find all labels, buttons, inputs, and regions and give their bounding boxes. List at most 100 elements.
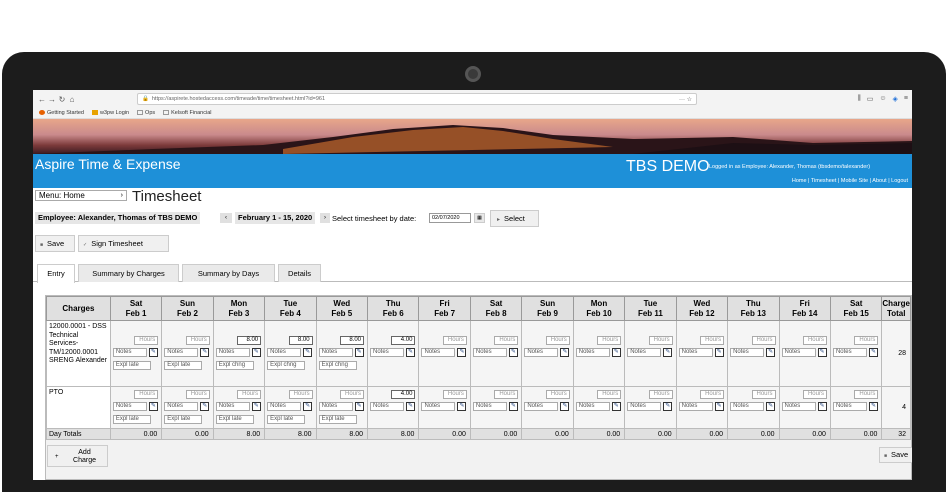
hours-input[interactable]: Hours [494, 389, 519, 399]
explanation-input[interactable]: Expl late [164, 360, 203, 370]
library-icon[interactable]: ⫼ [858, 95, 861, 103]
notes-input[interactable]: Notes [421, 401, 456, 411]
link-about[interactable]: About [872, 178, 886, 184]
edit-pencil-icon[interactable]: ✎ [611, 401, 621, 411]
back-icon[interactable]: ← [37, 95, 47, 104]
edit-pencil-icon[interactable]: ✎ [766, 401, 776, 411]
edit-pencil-icon[interactable]: ✎ [303, 401, 313, 411]
edit-pencil-icon[interactable]: ✎ [406, 401, 416, 411]
notes-input[interactable]: Notes [164, 347, 199, 357]
explanation-input[interactable]: Expl chng [215, 360, 254, 370]
notes-input[interactable]: Notes [678, 401, 713, 411]
hours-input[interactable]: Hours [442, 389, 467, 399]
notes-input[interactable]: Notes [678, 347, 713, 357]
notes-input[interactable]: Notes [318, 347, 353, 357]
edit-pencil-icon[interactable]: ✎ [560, 401, 570, 411]
account-icon[interactable]: ☺ [879, 95, 886, 103]
bookmark-w3pw[interactable]: w3pw Login [92, 110, 129, 116]
explanation-input[interactable]: Expl chng [267, 360, 306, 370]
link-timesheet[interactable]: Timesheet [811, 178, 836, 184]
hours-input[interactable]: Hours [597, 335, 622, 345]
hours-input[interactable]: 4.00 [391, 335, 416, 345]
notes-input[interactable]: Notes [267, 401, 302, 411]
notes-input[interactable]: Notes [164, 401, 199, 411]
notes-input[interactable]: Notes [370, 347, 405, 357]
tab-summary-by-days[interactable]: Summary by Days [182, 264, 275, 282]
notes-input[interactable]: Notes [318, 401, 353, 411]
save-bottom-button[interactable]: ■ Save [879, 447, 912, 463]
hours-input[interactable]: Hours [545, 335, 570, 345]
link-logout[interactable]: Logout [891, 178, 908, 184]
edit-pencil-icon[interactable]: ✎ [148, 347, 158, 357]
hours-input[interactable]: Hours [185, 335, 210, 345]
hours-input[interactable]: Hours [134, 335, 159, 345]
edit-pencil-icon[interactable]: ✎ [766, 347, 776, 357]
notes-input[interactable]: Notes [627, 401, 662, 411]
explanation-input[interactable]: Expl late [318, 414, 357, 424]
hours-input[interactable]: Hours [494, 335, 519, 345]
hours-input[interactable]: Hours [597, 389, 622, 399]
edit-pencil-icon[interactable]: ✎ [303, 347, 313, 357]
tab-details[interactable]: Details [278, 264, 321, 282]
link-mobile-site[interactable]: Mobile Site [841, 178, 868, 184]
edit-pencil-icon[interactable]: ✎ [817, 401, 827, 411]
hours-input[interactable]: Hours [854, 389, 879, 399]
bookmark-ops[interactable]: Ops [137, 110, 155, 116]
edit-pencil-icon[interactable]: ✎ [663, 401, 673, 411]
edit-pencil-icon[interactable]: ✎ [714, 401, 724, 411]
link-home[interactable]: Home [792, 178, 807, 184]
notes-input[interactable]: Notes [524, 401, 559, 411]
hours-input[interactable]: Hours [648, 389, 673, 399]
tab-summary-by-charges[interactable]: Summary by Charges [78, 264, 179, 282]
hours-input[interactable]: 8.00 [288, 335, 313, 345]
hours-input[interactable]: Hours [700, 389, 725, 399]
hours-input[interactable]: Hours [700, 335, 725, 345]
home-icon[interactable]: ⌂ [67, 95, 77, 104]
edit-pencil-icon[interactable]: ✎ [406, 347, 416, 357]
add-charge-button[interactable]: + Add Charge [47, 445, 108, 467]
hours-input[interactable]: 8.00 [237, 335, 262, 345]
edit-pencil-icon[interactable]: ✎ [611, 347, 621, 357]
notes-input[interactable]: Notes [781, 401, 816, 411]
calendar-icon[interactable]: ▦ [474, 213, 485, 223]
explanation-input[interactable]: Expl chng [318, 360, 357, 370]
forward-icon[interactable]: → [47, 95, 57, 104]
date-input[interactable]: 02/07/2020 [429, 213, 471, 223]
hours-input[interactable]: Hours [288, 389, 313, 399]
notes-input[interactable]: Notes [472, 401, 507, 411]
notes-input[interactable]: Notes [215, 401, 250, 411]
notes-input[interactable]: Notes [781, 347, 816, 357]
tab-entry[interactable]: Entry [37, 264, 75, 283]
notes-input[interactable]: Notes [112, 401, 147, 411]
edit-pencil-icon[interactable]: ✎ [663, 347, 673, 357]
bookmark-kelsoft[interactable]: Kelsoft Financial [163, 110, 212, 116]
notes-input[interactable]: Notes [524, 347, 559, 357]
bookmark-getting-started[interactable]: Getting Started [39, 110, 84, 116]
save-button[interactable]: ■ Save [35, 235, 75, 252]
prev-period-button[interactable]: ‹ [220, 213, 232, 223]
edit-pencil-icon[interactable]: ✎ [251, 401, 261, 411]
notes-input[interactable]: Notes [575, 347, 610, 357]
hours-input[interactable]: Hours [185, 389, 210, 399]
edit-pencil-icon[interactable]: ✎ [251, 347, 261, 357]
next-period-button[interactable]: › [320, 213, 330, 223]
notes-input[interactable]: Notes [730, 401, 765, 411]
notes-input[interactable]: Notes [112, 347, 147, 357]
edit-pencil-icon[interactable]: ✎ [354, 347, 364, 357]
notes-input[interactable]: Notes [832, 347, 867, 357]
reload-icon[interactable]: ↻ [57, 95, 67, 104]
hours-input[interactable]: Hours [751, 335, 776, 345]
edit-pencil-icon[interactable]: ✎ [148, 401, 158, 411]
hours-input[interactable]: Hours [442, 335, 467, 345]
explanation-input[interactable]: Expl late [267, 414, 306, 424]
hours-input[interactable]: Hours [648, 335, 673, 345]
notes-input[interactable]: Notes [472, 347, 507, 357]
edit-pencil-icon[interactable]: ✎ [817, 347, 827, 357]
explanation-input[interactable]: Expl late [112, 414, 151, 424]
edit-pencil-icon[interactable]: ✎ [457, 401, 467, 411]
shield-icon[interactable]: ◈ [893, 95, 898, 103]
edit-pencil-icon[interactable]: ✎ [508, 401, 518, 411]
edit-pencil-icon[interactable]: ✎ [714, 347, 724, 357]
hours-input[interactable]: Hours [237, 389, 262, 399]
menu-icon[interactable]: ≡ [904, 95, 908, 103]
